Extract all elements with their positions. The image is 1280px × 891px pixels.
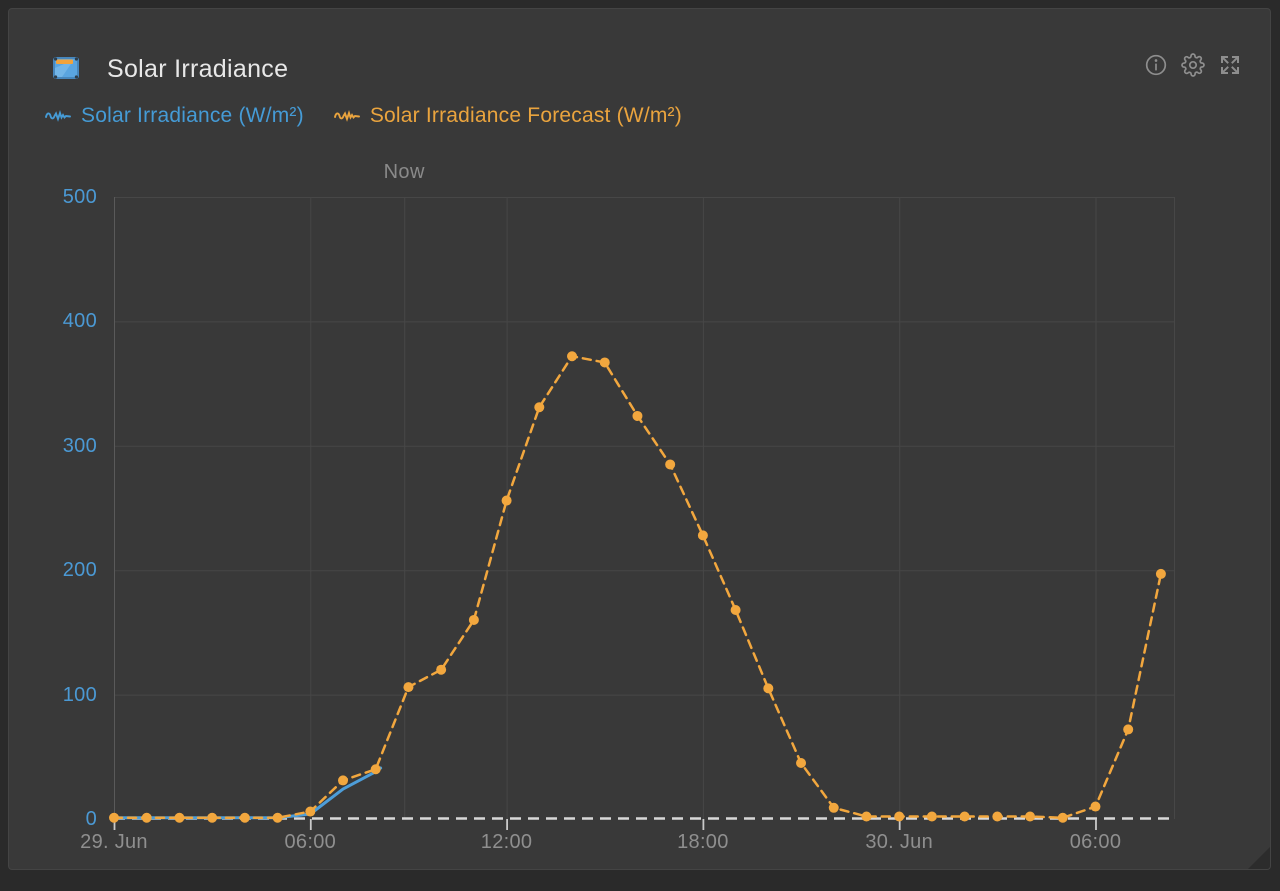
x-axis-label: 30. Jun: [865, 830, 933, 854]
line-squiggle-icon: [45, 109, 72, 124]
forecast-data-point[interactable]: [829, 803, 839, 813]
forecast-data-point[interactable]: [763, 683, 773, 693]
forecast-data-point[interactable]: [273, 813, 283, 823]
solar-irradiance-chart[interactable]: [114, 197, 1175, 845]
forecast-data-point[interactable]: [207, 813, 217, 823]
forecast-data-point[interactable]: [992, 812, 1002, 822]
forecast-data-point[interactable]: [665, 459, 675, 469]
forecast-data-point[interactable]: [1123, 724, 1133, 734]
forecast-data-point[interactable]: [927, 812, 937, 822]
actual-series-line: [114, 768, 381, 818]
forecast-data-point[interactable]: [731, 605, 741, 615]
forecast-data-point[interactable]: [240, 813, 250, 823]
settings-icon[interactable]: [1181, 53, 1205, 77]
forecast-data-point[interactable]: [1025, 812, 1035, 822]
forecast-data-point[interactable]: [371, 764, 381, 774]
forecast-data-point[interactable]: [469, 615, 479, 625]
legend-item-solar-irradiance[interactable]: Solar Irradiance (W/m²): [45, 104, 304, 128]
line-squiggle-icon: [334, 109, 361, 124]
x-axis-label: 06:00: [1070, 830, 1122, 854]
forecast-data-point[interactable]: [600, 357, 610, 367]
y-axis-label: 0: [9, 807, 97, 831]
forecast-data-point[interactable]: [305, 807, 315, 817]
forecast-data-point[interactable]: [861, 812, 871, 822]
x-axis-label: 29. Jun: [80, 830, 148, 854]
forecast-data-point[interactable]: [142, 813, 152, 823]
x-axis-label: 18:00: [677, 830, 729, 854]
forecast-data-point[interactable]: [1090, 802, 1100, 812]
panel-title: Solar Irradiance: [107, 55, 288, 84]
x-axis-label: 12:00: [481, 830, 533, 854]
y-axis-label: 100: [9, 683, 97, 707]
chart-legend: Solar Irradiance (W/m²) Solar Irradiance…: [45, 104, 682, 128]
legend-label: Solar Irradiance (W/m²): [81, 104, 304, 128]
forecast-data-point[interactable]: [894, 812, 904, 822]
forecast-data-point[interactable]: [109, 813, 119, 823]
resize-handle[interactable]: [1248, 847, 1270, 869]
forecast-data-point[interactable]: [698, 530, 708, 540]
solar-panel-icon: [51, 53, 81, 83]
header-actions: [1144, 53, 1242, 77]
forecast-data-point[interactable]: [174, 813, 184, 823]
forecast-data-point[interactable]: [338, 775, 348, 785]
forecast-data-point[interactable]: [632, 411, 642, 421]
forecast-data-point[interactable]: [1058, 813, 1068, 823]
forecast-data-point[interactable]: [534, 402, 544, 412]
x-axis-label: 06:00: [285, 830, 337, 854]
expand-icon[interactable]: [1218, 53, 1242, 77]
forecast-data-point[interactable]: [796, 758, 806, 768]
y-axis-label: 200: [9, 558, 97, 582]
forecast-data-point[interactable]: [403, 682, 413, 692]
info-icon[interactable]: [1144, 53, 1168, 77]
y-axis-label: 300: [9, 434, 97, 458]
legend-item-solar-irradiance-forecast[interactable]: Solar Irradiance Forecast (W/m²): [334, 104, 682, 128]
legend-label: Solar Irradiance Forecast (W/m²): [370, 104, 682, 128]
forecast-data-point[interactable]: [502, 496, 512, 506]
forecast-series-line: [114, 356, 1161, 818]
solar-irradiance-panel: Solar Irradiance Solar Irradiance (W/m²): [8, 8, 1271, 870]
y-axis-label: 500: [9, 185, 97, 209]
y-axis-label: 400: [9, 309, 97, 333]
now-label: Now: [384, 161, 425, 184]
forecast-data-point[interactable]: [960, 812, 970, 822]
forecast-data-point[interactable]: [567, 351, 577, 361]
forecast-data-point[interactable]: [1156, 569, 1166, 579]
forecast-data-point[interactable]: [436, 665, 446, 675]
